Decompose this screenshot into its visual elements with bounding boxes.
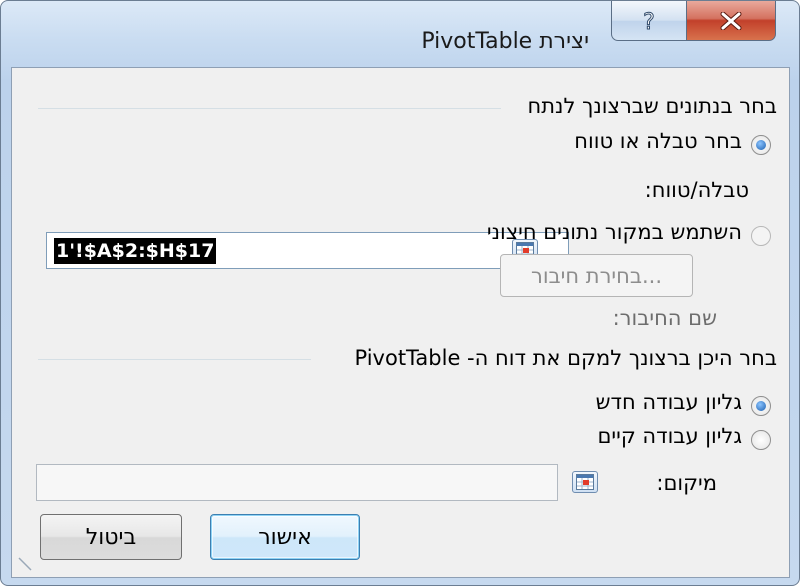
radio-external-source[interactable] [751, 226, 771, 246]
create-pivottable-dialog: יצירת PivotTable ? בחר בנתונים שברצונך ל… [0, 0, 800, 586]
dialog-body: בחר בנתונים שברצונך לנתח בחר טבלה או טוו… [11, 67, 790, 578]
data-section-header: בחר בנתונים שברצונך לנתח [527, 94, 777, 118]
range-selector-icon [576, 474, 594, 490]
close-button[interactable] [686, 1, 776, 41]
location-field[interactable] [36, 464, 558, 501]
placement-section-header: בחר היכן ברצונך למקם את דוח ה- PivotTabl… [354, 346, 777, 370]
close-icon [720, 11, 742, 30]
option-table-range-label[interactable]: בחר טבלה או טווח [574, 129, 742, 153]
cancel-button[interactable]: ביטול [40, 514, 182, 560]
choose-connection-button[interactable]: בחירת חיבור... [500, 254, 693, 297]
title-bar[interactable]: יצירת PivotTable ? [1, 1, 799, 65]
placement-section-divider [38, 359, 311, 360]
ok-button[interactable]: אישור [210, 514, 360, 560]
radio-existing-worksheet[interactable] [751, 430, 771, 450]
connection-name-label: שם החיבור: [612, 306, 717, 330]
option-existing-worksheet-label[interactable]: גליון עבודה קיים [598, 424, 743, 448]
resize-grip-icon[interactable] [18, 557, 32, 571]
radio-new-worksheet[interactable] [751, 396, 771, 416]
table-range-value[interactable]: 1'!$A$2:$H$17 [54, 238, 217, 264]
data-section-divider [38, 108, 501, 109]
table-range-label: טבלה/טווח: [644, 178, 749, 202]
help-icon: ? [643, 9, 656, 34]
location-label: מיקום: [656, 471, 717, 495]
help-button[interactable]: ? [611, 1, 687, 41]
svg-text:?: ? [643, 10, 655, 34]
option-new-worksheet-label[interactable]: גליון עבודה חדש [596, 390, 742, 414]
option-external-label[interactable]: השתמש במקור נתונים חיצוני [487, 220, 742, 244]
location-collapse-button[interactable] [572, 471, 598, 493]
radio-table-range[interactable] [751, 135, 771, 155]
dialog-title: יצירת PivotTable [421, 29, 589, 54]
